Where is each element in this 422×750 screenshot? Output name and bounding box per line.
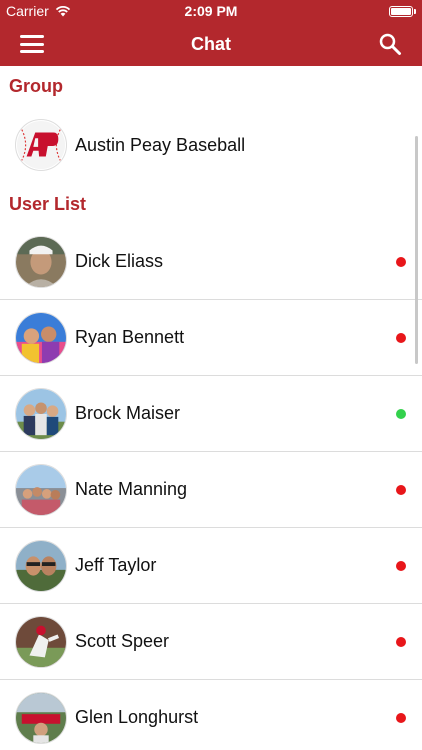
user-list-header: User List xyxy=(9,193,87,214)
avatar xyxy=(15,387,67,440)
avatar xyxy=(15,311,67,364)
avatar xyxy=(15,615,67,668)
status-dot xyxy=(396,408,406,419)
user-name: Brock Maiser xyxy=(75,403,181,423)
user-row[interactable]: Jeff Taylor xyxy=(0,528,422,604)
status-dot xyxy=(396,484,406,495)
menu-button[interactable] xyxy=(20,33,44,55)
user-name: Dick Eliass xyxy=(75,251,164,271)
avatar xyxy=(15,463,67,516)
group-item[interactable]: Austin Peay Baseball xyxy=(0,106,422,184)
status-dot xyxy=(396,712,406,723)
hamburger-icon xyxy=(20,35,44,38)
clock: 2:09 PM xyxy=(184,3,238,19)
nav-bar: Chat xyxy=(0,22,422,66)
scroll-indicator[interactable] xyxy=(415,136,418,364)
user-row[interactable]: Scott Speer xyxy=(0,604,422,680)
status-dot xyxy=(396,332,406,343)
user-name: Jeff Taylor xyxy=(75,555,157,575)
search-icon[interactable] xyxy=(378,32,402,56)
user-name: Ryan Bennett xyxy=(75,327,185,347)
avatar xyxy=(15,691,67,744)
status-dot xyxy=(396,256,406,267)
group-section-header: Group xyxy=(9,75,63,96)
ap-logo-icon xyxy=(15,119,67,171)
status-dot xyxy=(396,636,406,647)
avatar xyxy=(15,235,67,288)
user-row[interactable]: Dick Eliass xyxy=(0,224,422,300)
user-row[interactable]: Glen Longhurst xyxy=(0,680,422,750)
user-name: Glen Longhurst xyxy=(75,707,199,727)
status-dot xyxy=(396,560,406,571)
chat-list[interactable]: Group Austin Peay Baseball User List Dic… xyxy=(0,66,422,750)
page-title: Chat xyxy=(191,33,231,54)
avatar xyxy=(15,539,67,592)
user-row[interactable]: Brock Maiser xyxy=(0,376,422,452)
status-bar: Carrier 2:09 PM xyxy=(0,0,422,22)
group-name: Austin Peay Baseball xyxy=(75,134,246,155)
user-name: Scott Speer xyxy=(75,631,170,651)
user-row[interactable]: Ryan Bennett xyxy=(0,300,422,376)
user-name: Nate Manning xyxy=(75,479,188,499)
user-row[interactable]: Nate Manning xyxy=(0,452,422,528)
